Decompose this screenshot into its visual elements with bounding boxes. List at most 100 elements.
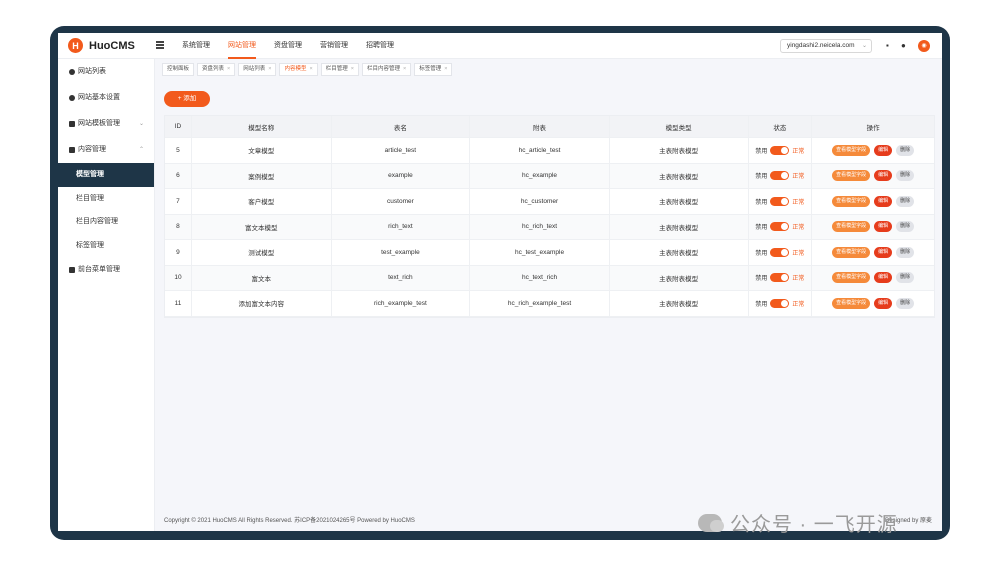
sidebar-item-front-menu[interactable]: 前台菜单管理: [58, 257, 154, 283]
page-tabs: 控制面板 资盘列表 × 网站列表 × 内容模型 × 栏目管理 × 栏目内容管理 × 标签管…: [162, 63, 455, 76]
edit-button[interactable]: 编辑: [874, 221, 893, 233]
cell-table-name: article_test: [332, 138, 471, 163]
tab-columns[interactable]: 栏目管理 ×: [320, 63, 359, 76]
tab-pool-list[interactable]: 资盘列表 ×: [197, 63, 236, 76]
cell-model-name: 客户模型: [192, 189, 332, 214]
bell-icon[interactable]: ●: [901, 41, 906, 51]
nav-recruit[interactable]: 招聘管理: [366, 33, 394, 59]
logo[interactable]: H HuoCMS: [68, 38, 135, 53]
edit-button[interactable]: 编辑: [874, 195, 893, 207]
table-header-row: ID 模型名称 表名 附表 模型类型 状态 操作: [165, 116, 934, 138]
nav-pool[interactable]: 资盘管理: [274, 33, 302, 59]
close-icon[interactable]: ×: [227, 66, 230, 72]
status-on-label: 正常: [792, 148, 805, 155]
status-off-label: 禁用: [755, 250, 768, 257]
view-fields-button[interactable]: 查看模型字段: [832, 170, 871, 182]
user-avatar-icon[interactable]: ◉: [918, 40, 930, 52]
view-fields-button[interactable]: 查看模型字段: [832, 297, 871, 309]
sidebar-item-content[interactable]: 内容管理 ⌃: [58, 137, 154, 163]
delete-button[interactable]: 删除: [896, 144, 915, 156]
cell-table-name: text_rich: [332, 265, 471, 290]
logo-mark-icon: H: [68, 38, 83, 53]
sidebar-subitem-columns[interactable]: 栏目管理: [58, 187, 154, 211]
status-on-label: 正常: [792, 225, 805, 232]
nav-marketing[interactable]: 营销管理: [320, 33, 348, 59]
delete-button[interactable]: 删除: [896, 246, 915, 258]
chevron-up-icon: ⌃: [138, 147, 144, 153]
view-fields-button[interactable]: 查看模型字段: [832, 195, 871, 207]
close-icon[interactable]: ×: [268, 66, 271, 72]
status-on-label: 正常: [792, 199, 805, 206]
edit-button[interactable]: 编辑: [874, 297, 893, 309]
close-icon[interactable]: ×: [351, 66, 354, 72]
cell-subtable: hc_rich_example_test: [470, 291, 610, 316]
sidebar-item-site-list[interactable]: 网站列表: [58, 59, 154, 85]
tab-label: 网站列表: [243, 66, 266, 72]
tab-label: 内容模型: [284, 66, 307, 72]
message-icon[interactable]: ▪: [886, 41, 889, 51]
sidebar-item-label: 网站模板管理: [78, 120, 120, 127]
edit-button[interactable]: 编辑: [874, 272, 893, 284]
table-row: 10 富文本 text_rich hc_text_rich 主表附表模型 禁用 正常 查看模型…: [165, 265, 934, 291]
cell-subtable: hc_article_test: [470, 138, 610, 163]
cell-status: 禁用 正常: [749, 214, 813, 239]
footer-copyright: Copyright © 2021 HuoCMS All Rights Reser…: [164, 518, 415, 524]
view-fields-button[interactable]: 查看模型字段: [832, 221, 871, 233]
status-off-label: 禁用: [755, 148, 768, 155]
close-icon[interactable]: ×: [444, 66, 447, 72]
delete-button[interactable]: 删除: [896, 221, 915, 233]
edit-button[interactable]: 编辑: [874, 246, 893, 258]
status-toggle[interactable]: [770, 298, 790, 308]
status-off-label: 禁用: [755, 174, 768, 181]
view-fields-button[interactable]: 查看模型字段: [832, 246, 871, 258]
tab-column-content[interactable]: 栏目内容管理 ×: [361, 63, 412, 76]
tab-label: 标签管理: [419, 66, 442, 72]
cell-subtable: hc_example: [470, 163, 610, 188]
tab-label: 控制面板: [167, 66, 190, 72]
menu-toggle-icon[interactable]: [156, 41, 164, 49]
sidebar-item-templates[interactable]: 网站模板管理 ⌄: [58, 111, 154, 137]
status-toggle[interactable]: [770, 247, 790, 257]
status-toggle[interactable]: [770, 196, 790, 206]
chevron-down-icon: ⌄: [138, 121, 144, 127]
site-select[interactable]: yingdashi2.neicela.com ⌄: [780, 39, 872, 53]
tab-content-model[interactable]: 内容模型 ×: [279, 63, 318, 76]
cell-actions: 查看模型字段 编辑 删除: [812, 138, 934, 163]
cell-model-type: 主表附表模型: [610, 189, 749, 214]
edit-button[interactable]: 编辑: [874, 170, 893, 182]
sidebar-item-site-settings[interactable]: 网站基本设置: [58, 85, 154, 111]
edit-button[interactable]: 编辑: [874, 144, 893, 156]
status-toggle[interactable]: [770, 222, 790, 232]
close-icon[interactable]: ×: [310, 66, 313, 72]
sidebar-subitem-models[interactable]: 模型管理: [58, 163, 154, 187]
tab-tags[interactable]: 标签管理 ×: [414, 63, 453, 76]
delete-button[interactable]: 删除: [896, 195, 915, 207]
tab-site-list[interactable]: 网站列表 ×: [238, 63, 277, 76]
sidebar-item-label: 前台菜单管理: [78, 266, 120, 273]
delete-button[interactable]: 删除: [896, 297, 915, 309]
add-button[interactable]: + 添加: [164, 91, 210, 107]
view-fields-button[interactable]: 查看模型字段: [832, 144, 871, 156]
sidebar-subitem-tags[interactable]: 标签管理: [58, 234, 154, 258]
cell-table-name: rich_text: [332, 214, 471, 239]
app-screen: H HuoCMS 系统管理 网站管理 资盘管理 营销管理 招聘管理 yingda…: [58, 33, 942, 531]
delete-button[interactable]: 删除: [896, 272, 915, 284]
watermark-text: 公众号 · 一飞开源: [730, 514, 898, 536]
nav-system[interactable]: 系统管理: [182, 33, 210, 59]
cell-model-name: 富文本: [192, 265, 332, 290]
cell-status: 禁用 正常: [749, 163, 813, 188]
status-toggle[interactable]: [770, 171, 790, 181]
cell-model-name: 测试模型: [192, 240, 332, 265]
nav-website[interactable]: 网站管理: [228, 33, 256, 59]
sidebar-subitem-column-content[interactable]: 栏目内容管理: [58, 210, 154, 234]
tab-dashboard[interactable]: 控制面板: [162, 63, 195, 76]
sidebar: 网站列表 网站基本设置 网站模板管理 ⌄ 内容管理 ⌃ 模型管理 栏目管理 栏目…: [58, 59, 155, 531]
close-icon[interactable]: ×: [403, 66, 406, 72]
status-toggle[interactable]: [770, 273, 790, 283]
sidebar-item-label: 内容管理: [78, 146, 106, 153]
col-header-status: 状态: [749, 116, 813, 137]
status-toggle[interactable]: [770, 145, 790, 155]
view-fields-button[interactable]: 查看模型字段: [832, 272, 871, 284]
cell-subtable: hc_text_rich: [470, 265, 610, 290]
delete-button[interactable]: 删除: [896, 170, 915, 182]
